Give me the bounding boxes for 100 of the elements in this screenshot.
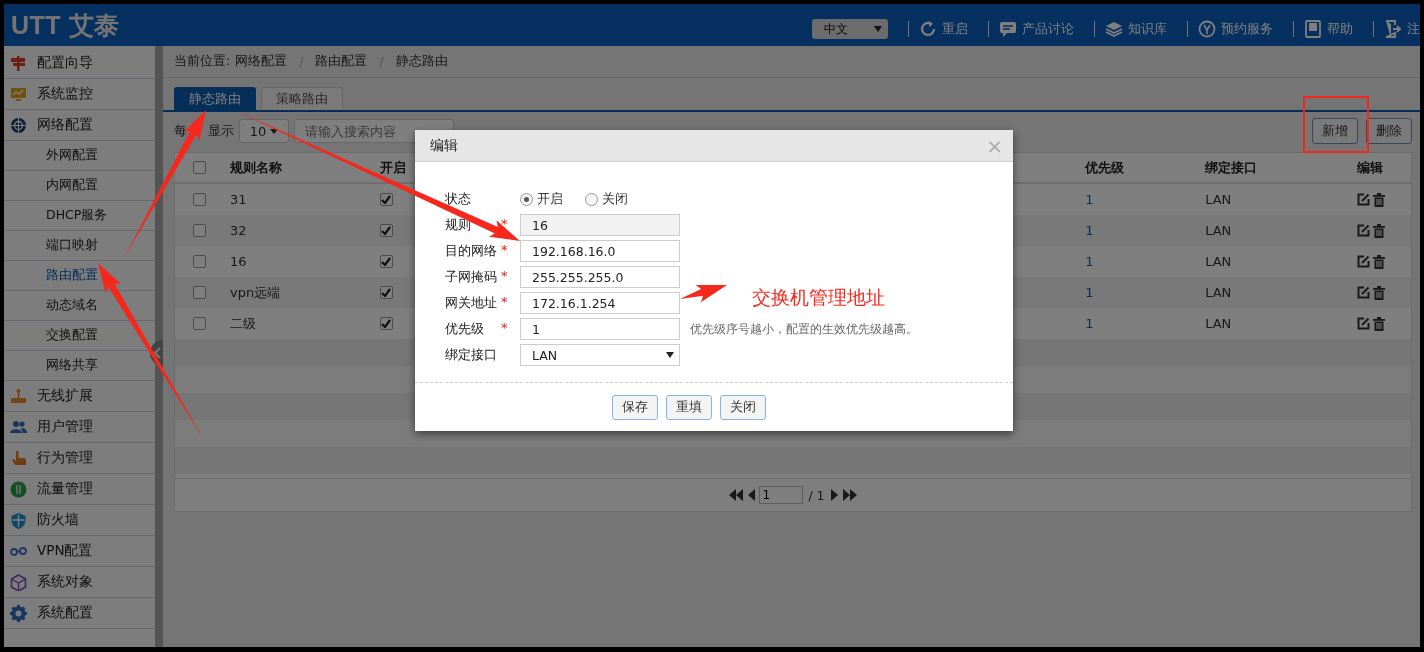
table-cell-text: LAN (1204, 285, 1233, 300)
annotation-arrow (680, 284, 727, 303)
logo-text: UTT 艾泰 (11, 9, 120, 41)
delete-button[interactable] (1373, 285, 1386, 300)
table-cell-text: 1 (1084, 223, 1095, 238)
radio-button[interactable] (520, 192, 533, 206)
table-cell-text: LAN (1204, 316, 1233, 331)
left-icon (748, 489, 756, 501)
caret-icon (666, 352, 674, 358)
radio-label[interactable]: 关闭 (602, 190, 628, 208)
check-icon (381, 319, 392, 328)
dialog-button[interactable]: 重填 (666, 395, 712, 420)
router-icon (10, 387, 27, 405)
page-total: / 1 (808, 487, 825, 503)
sidebar-item[interactable]: 防火墙 (4, 505, 155, 536)
chat-icon (999, 20, 1017, 38)
sidebar-item[interactable]: 系统监控 (4, 79, 155, 110)
table-cell-text: 1 (1084, 192, 1095, 207)
check-icon (381, 257, 392, 266)
dialog-button[interactable]: 保存 (612, 395, 658, 420)
checkbox[interactable] (193, 255, 207, 268)
input-field[interactable]: 255.255.255.0 (520, 266, 680, 288)
required-mark: * (501, 242, 508, 259)
edit-icon (1357, 255, 1371, 268)
input-field[interactable]: 172.16.1.254 (520, 292, 680, 314)
checkbox[interactable] (193, 161, 207, 174)
field-label: 网关地址 (445, 294, 497, 312)
first-page-button[interactable] (728, 489, 745, 501)
last-page-button[interactable] (841, 489, 858, 501)
radio-label[interactable]: 开启 (537, 190, 563, 208)
sidebar-item[interactable]: 流量管理 (4, 474, 155, 505)
edit-button[interactable] (1357, 224, 1371, 237)
checkbox[interactable] (379, 193, 393, 206)
table-cell-text: 1 (1084, 285, 1095, 300)
table-cell-text: 31 (228, 192, 248, 207)
previous-page-button[interactable] (747, 489, 757, 501)
layers-icon (1105, 20, 1123, 38)
radio-button[interactable] (585, 192, 598, 206)
edit-button[interactable] (1357, 255, 1371, 268)
breadcrumb-item[interactable]: 网络配置 (235, 53, 288, 70)
checkbox[interactable] (193, 224, 207, 237)
trash-icon (1373, 223, 1386, 238)
interface-select[interactable]: LAN (520, 344, 680, 366)
breadcrumb-item[interactable]: 路由配置 (315, 53, 368, 70)
tab[interactable]: 策略路由 (261, 87, 343, 110)
page-size-select[interactable]: 10 (239, 119, 289, 143)
edit-button[interactable] (1357, 317, 1371, 330)
field-label: 优先级 (445, 320, 485, 338)
edit-icon (1357, 193, 1371, 206)
table-cell-text: LAN (1204, 192, 1233, 207)
checkbox[interactable] (193, 286, 207, 299)
header-link[interactable]: 预约服务 (1198, 20, 1273, 38)
delete-button[interactable] (1373, 254, 1386, 269)
field-label: 子网掩码 (445, 268, 497, 286)
dialog-button[interactable]: 关闭 (720, 395, 766, 420)
logout-icon (1384, 20, 1402, 38)
book-icon (1304, 20, 1322, 38)
header-link[interactable]: 知识库 (1105, 20, 1167, 38)
toolbar-button[interactable]: 删除 (1366, 118, 1412, 144)
trash-icon (1373, 192, 1386, 207)
checkbox[interactable] (193, 193, 207, 206)
refresh-icon (919, 20, 937, 38)
checkbox[interactable] (379, 255, 393, 268)
table-cell-text: LAN (1204, 254, 1233, 269)
checkbox[interactable] (193, 317, 207, 330)
trash-icon (1373, 285, 1386, 300)
header-link[interactable]: 帮助 (1304, 20, 1353, 38)
check-icon (381, 195, 392, 204)
breadcrumb-label: 当前位置: (174, 53, 231, 70)
delete-button[interactable] (1373, 192, 1386, 207)
right-icon (830, 489, 838, 501)
input-field[interactable]: 1 (520, 318, 680, 340)
breadcrumb-item: 静态路由 (395, 53, 448, 70)
monitor-icon (10, 85, 27, 103)
header-link[interactable]: 注 (1384, 20, 1420, 38)
edit-icon (1357, 286, 1371, 299)
checkbox[interactable] (379, 317, 393, 330)
header-link[interactable]: 重启 (919, 20, 968, 38)
sidebar-item[interactable]: 系统配置 (4, 598, 155, 629)
delete-button[interactable] (1373, 316, 1386, 331)
checkbox[interactable] (379, 286, 393, 299)
toolbar-button[interactable]: 新增 (1312, 118, 1358, 144)
language-select[interactable]: 中文 (812, 19, 888, 39)
input-field[interactable]: 192.168.16.0 (520, 240, 680, 262)
annotation-text: 交换机管理地址 (752, 285, 885, 310)
field-label: 状态 (445, 190, 472, 208)
checkbox[interactable] (379, 224, 393, 237)
edit-button[interactable] (1357, 286, 1371, 299)
header-link[interactable]: 产品讨论 (999, 20, 1074, 38)
edit-icon (1357, 224, 1371, 237)
required-mark: * (501, 216, 508, 233)
table-cell-text: 1 (1084, 316, 1095, 331)
tab[interactable]: 静态路由 (174, 87, 256, 110)
page-size-label: 显示 (208, 122, 234, 140)
delete-button[interactable] (1373, 223, 1386, 238)
page-field[interactable]: 1 (759, 486, 804, 504)
double-right-icon (842, 489, 857, 501)
edit-button[interactable] (1357, 193, 1371, 206)
settings-icon (10, 604, 27, 622)
next-page-button[interactable] (829, 489, 839, 501)
